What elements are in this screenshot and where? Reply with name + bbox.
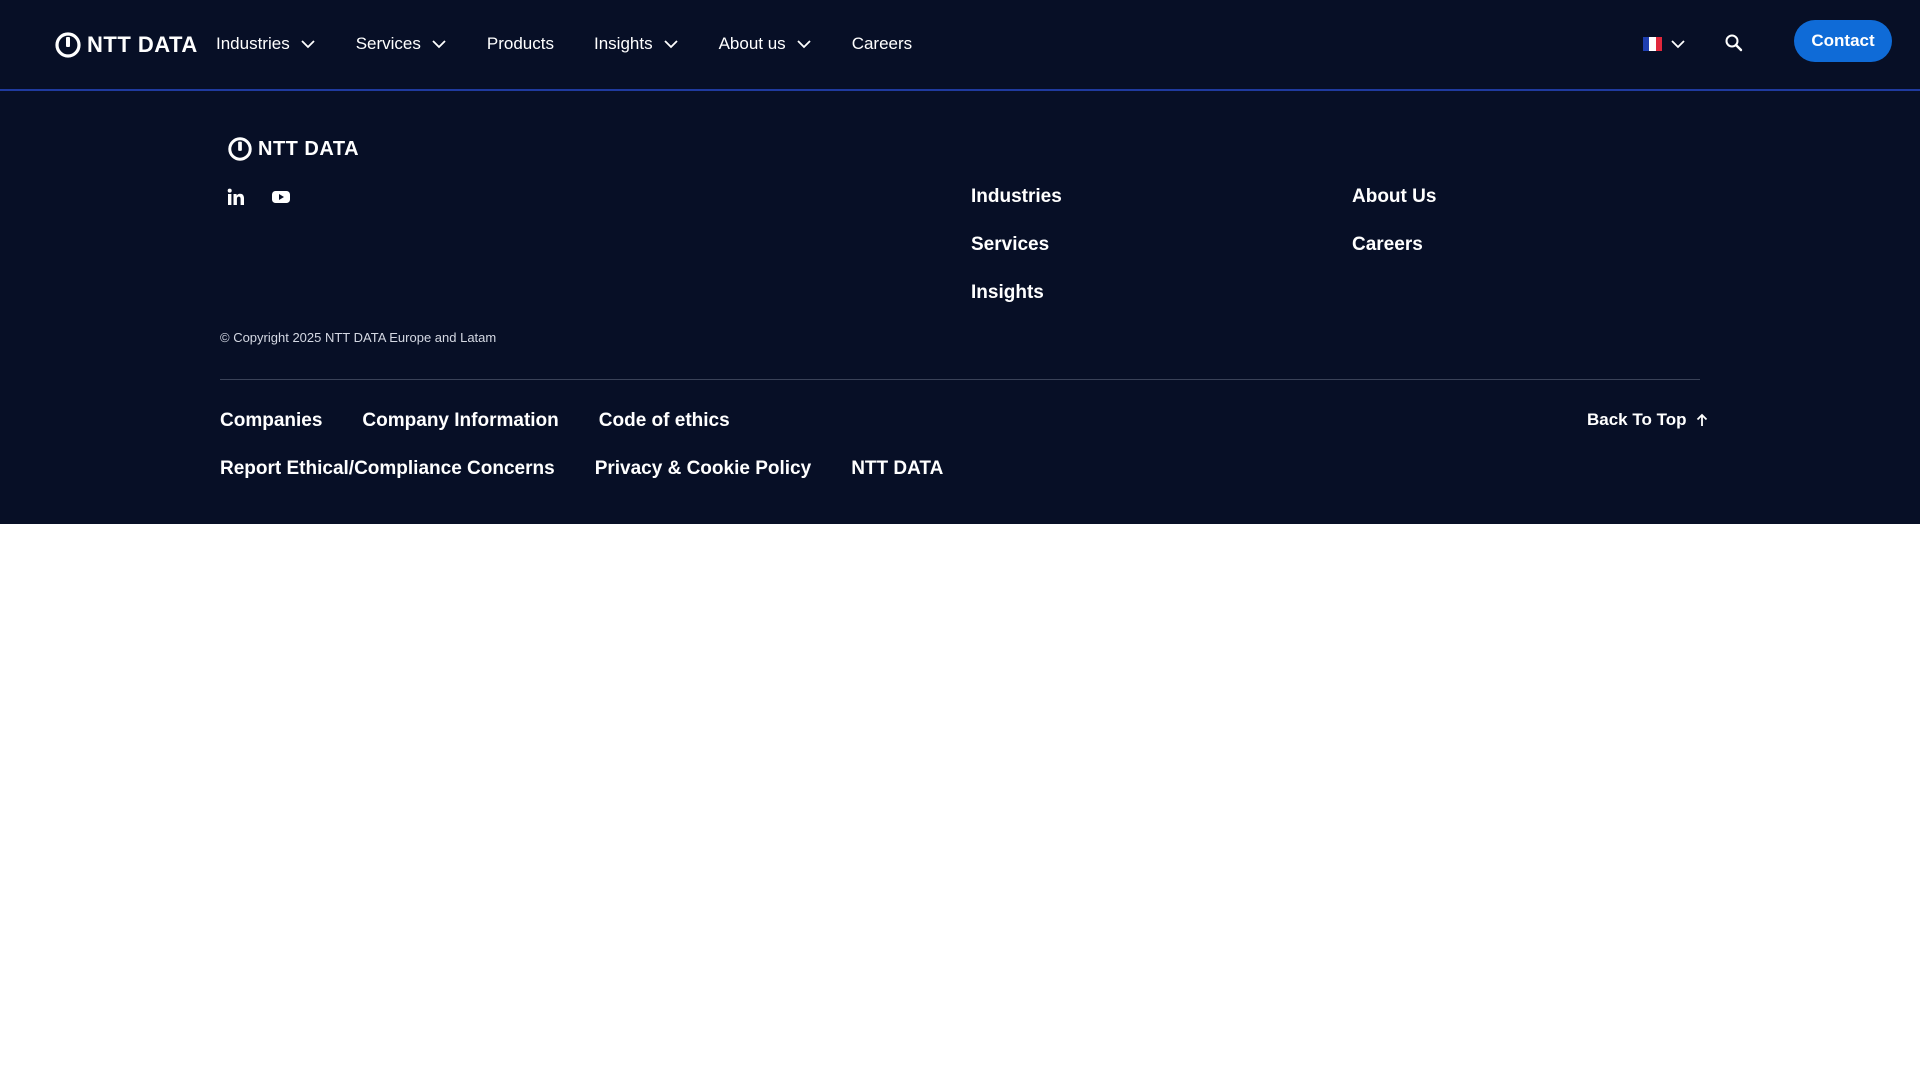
nav-industries[interactable]: Industries <box>216 34 316 54</box>
legal-link-companies[interactable]: Companies <box>220 409 322 433</box>
main-menu: Industries Services Products Insights Ab… <box>216 0 952 88</box>
legal-link-code-of-ethics[interactable]: Code of ethics <box>599 409 730 433</box>
social-links <box>227 188 291 206</box>
footer-link-services[interactable]: Services <box>971 234 1062 256</box>
top-navigation-bar: NTT DATA Industries Services Products In… <box>0 0 1920 91</box>
ntt-data-logo-icon <box>55 32 81 58</box>
site-footer: NTT DATA Industries Services Insights Ab… <box>0 91 1920 524</box>
nav-about-us[interactable]: About us <box>719 34 812 54</box>
linkedin-icon <box>227 188 244 205</box>
legal-links: Companies Company Information Code of et… <box>220 409 1120 481</box>
nav-careers[interactable]: Careers <box>852 34 912 54</box>
back-to-top-button[interactable]: Back To Top <box>1587 410 1709 430</box>
nav-careers-label: Careers <box>851 34 913 53</box>
footer-link-industries[interactable]: Industries <box>971 186 1062 208</box>
legal-link-ntt-data[interactable]: NTT DATA <box>851 457 943 481</box>
search-button[interactable] <box>1724 33 1744 58</box>
footer-link-insights[interactable]: Insights <box>971 282 1062 304</box>
chevron-down-icon <box>663 40 678 49</box>
footer-logo-text: NTT DATA <box>258 137 360 160</box>
contact-button[interactable]: Contact <box>1794 20 1892 62</box>
footer-link-careers[interactable]: Careers <box>1352 234 1436 256</box>
search-icon <box>1725 34 1743 52</box>
nav-products[interactable]: Products <box>487 34 554 54</box>
nav-about-us-label: About us <box>718 34 786 53</box>
footer-link-about-us[interactable]: About Us <box>1352 186 1436 208</box>
ntt-data-logo[interactable]: NTT DATA <box>54 29 198 61</box>
footer-ntt-data-logo[interactable]: NTT DATA <box>227 135 359 163</box>
back-to-top-label: Back To Top <box>1587 410 1687 429</box>
legal-link-company-information[interactable]: Company Information <box>362 409 558 433</box>
language-selector[interactable] <box>1643 36 1686 52</box>
france-flag-icon <box>1643 37 1662 51</box>
flag-stripe-red <box>1655 37 1662 51</box>
nav-services-label: Services <box>355 34 421 53</box>
nav-insights-label: Insights <box>593 34 653 53</box>
youtube-link[interactable] <box>271 189 291 205</box>
nav-industries-label: Industries <box>216 34 290 53</box>
logo-text: NTT DATA <box>87 32 198 57</box>
arrow-up-icon <box>1696 413 1707 426</box>
chevron-down-icon <box>301 40 315 49</box>
chevron-down-icon <box>797 40 811 49</box>
youtube-icon <box>272 191 290 203</box>
legal-link-privacy-cookie-policy[interactable]: Privacy & Cookie Policy <box>595 457 812 481</box>
ntt-data-logo-icon <box>228 137 252 161</box>
nav-insights[interactable]: Insights <box>594 34 679 54</box>
legal-link-report-concerns[interactable]: Report Ethical/Compliance Concerns <box>220 457 555 481</box>
linkedin-link[interactable] <box>227 188 245 206</box>
chevron-down-icon <box>432 40 446 49</box>
footer-divider <box>220 379 1700 380</box>
footer-links-column-2: About Us Careers <box>1352 186 1436 256</box>
nav-services[interactable]: Services <box>356 34 447 54</box>
nav-products-label: Products <box>486 34 554 53</box>
chevron-down-icon <box>1671 40 1685 49</box>
footer-links-column-1: Industries Services Insights <box>971 186 1062 304</box>
copyright-text: © Copyright 2025 NTT DATA Europe and Lat… <box>220 330 497 345</box>
